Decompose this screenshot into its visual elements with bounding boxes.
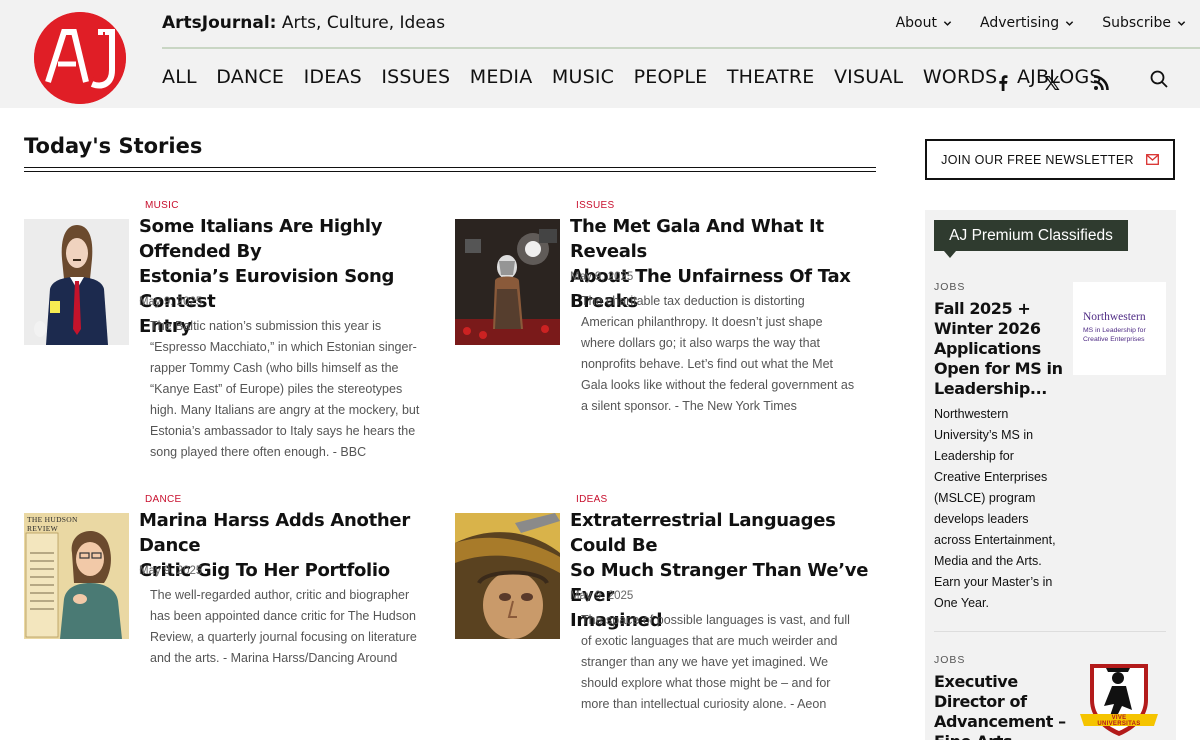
main-nav: ALL DANCE IDEAS ISSUES MEDIA MUSIC PEOPL… [162,66,1121,88]
nav-music[interactable]: MUSIC [552,66,614,88]
northwestern-logo[interactable]: Northwestern MS in Leadership for Creati… [1073,282,1166,375]
nav-media[interactable]: MEDIA [470,66,533,88]
nav-visual[interactable]: VISUAL [834,66,903,88]
nav-all[interactable]: ALL [162,66,197,88]
top-nav: About Advertising Subscribe [896,15,1186,31]
search-icon[interactable] [1148,68,1170,90]
nav-issues[interactable]: ISSUES [381,66,450,88]
nav-dance[interactable]: DANCE [216,66,284,88]
site-header: ArtsJournal: Arts, Culture, Ideas About … [0,0,1200,108]
site-tagline: ArtsJournal: Arts, Culture, Ideas [162,13,445,33]
story-category[interactable]: IDEAS [576,494,608,505]
topnav-about[interactable]: About [896,15,952,31]
job-label: JOBS [934,281,966,293]
met-gala-photo-icon [455,219,560,345]
story-excerpt: The Baltic nation’s submission this year… [150,319,420,459]
story-date: May 9, 2025 [139,296,203,308]
story-category[interactable]: MUSIC [145,200,179,211]
nav-words[interactable]: WORDS [923,66,998,88]
nav-theatre[interactable]: THEATRE [727,66,815,88]
job-description: Northwestern University’s MS in Leadersh… [934,407,1056,610]
nav-people[interactable]: PEOPLE [634,66,708,88]
tagline-text: Arts, Culture, Ideas [281,13,446,33]
university-crest-logo[interactable]: VIVE UNIVERSITAS [1076,656,1162,740]
section-rule [24,171,876,172]
story-excerpt: The charitable tax deduction is distorti… [581,294,855,413]
story-thumbnail-dance[interactable]: THE HUDSON REVIEW [24,513,129,639]
job-divider [934,631,1166,632]
story-category[interactable]: DANCE [145,494,182,505]
section-title: Today's Stories [24,134,203,158]
story-excerpt: The well-regarded author, critic and bio… [150,588,417,665]
chevron-down-icon [943,20,952,26]
university-crest-icon [1080,664,1158,736]
classifieds-title: AJ Premium Classifieds [934,220,1128,251]
story-date: May 9, 2025 [139,565,203,577]
story-category[interactable]: ISSUES [576,200,614,211]
envelope-icon [1145,154,1159,165]
chevron-down-icon [1177,20,1186,26]
story-date: May 9, 2025 [570,590,634,602]
section-rule [24,167,876,168]
rss-icon[interactable] [1090,72,1112,94]
facebook-icon[interactable] [992,72,1014,94]
job-label: JOBS [934,654,966,666]
job-title[interactable]: Fall 2025 + Winter 2026 Applications Ope… [934,299,1069,399]
story-thumbnail-ideas[interactable] [455,513,560,639]
topnav-advertising[interactable]: Advertising [980,15,1074,31]
aj-logo[interactable] [34,12,126,104]
story-thumbnail-issues[interactable] [455,219,560,345]
topnav-subscribe[interactable]: Subscribe [1102,15,1186,31]
aj-logo-icon [34,12,126,104]
header-divider [162,47,1200,49]
story-excerpt: The space of possible languages is vast,… [581,613,850,711]
cover-title: THE HUDSON REVIEW [27,515,78,533]
classifieds-title-notch [944,251,956,258]
newsletter-button[interactable]: JOIN OUR FREE NEWSLETTER [925,139,1175,180]
sci-fi-photo-icon [455,513,560,639]
chevron-down-icon [1066,20,1074,26]
nav-ideas[interactable]: IDEAS [304,66,362,88]
story-thumbnail-music[interactable] [24,219,129,345]
x-icon[interactable] [1041,72,1063,94]
story-date: May 9, 2025 [570,271,634,283]
job-title[interactable]: Executive Director of Advancement – Fine… [934,672,1069,740]
singer-photo-icon [24,219,129,345]
brand-name: ArtsJournal: [162,13,277,33]
